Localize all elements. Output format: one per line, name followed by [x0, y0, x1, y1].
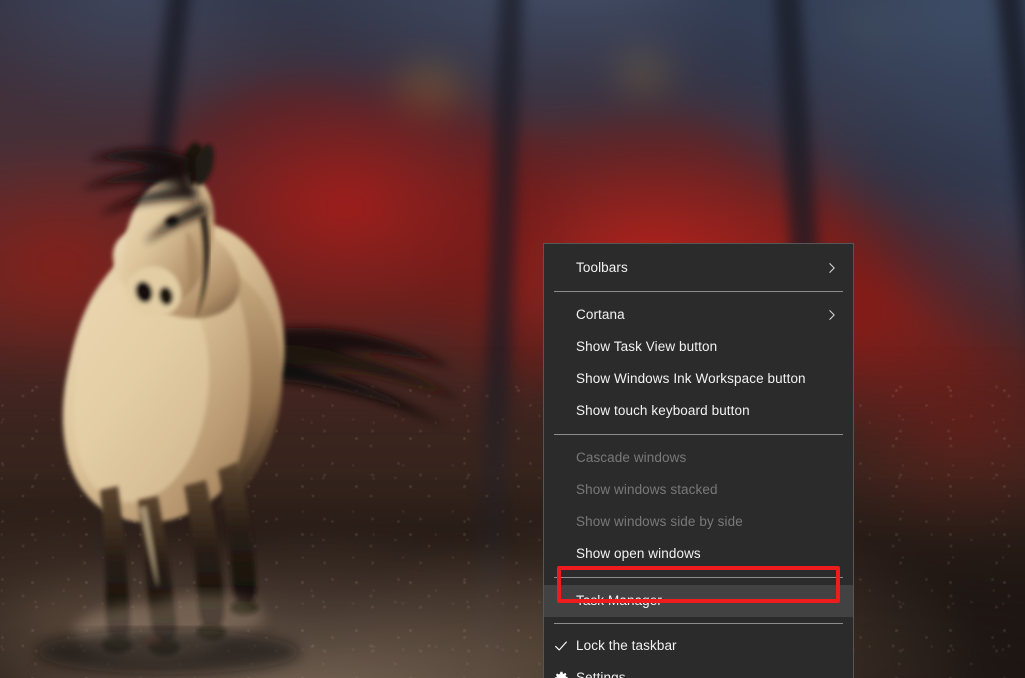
menu-item-show-task-view-button[interactable]: Show Task View button [544, 331, 853, 363]
menu-item-label: Settings [576, 670, 626, 678]
menu-item-label: Show Task View button [576, 339, 718, 355]
menu-item-label: Show Windows Ink Workspace button [576, 371, 806, 387]
menu-item-lock-the-taskbar[interactable]: Lock the taskbar [544, 630, 853, 662]
menu-item-settings[interactable]: Settings [544, 662, 853, 678]
desktop-screen: Toolbars Cortana Show Task View button Show… [0, 0, 1025, 678]
menu-item-label: Show windows side by side [576, 514, 743, 530]
menu-item-label: Lock the taskbar [576, 638, 677, 654]
menu-item-label: Toolbars [576, 260, 628, 276]
chevron-right-icon [825, 308, 839, 322]
menu-item-label: Show open windows [576, 546, 701, 562]
menu-separator [554, 434, 843, 435]
menu-item-show-open-windows[interactable]: Show open windows [544, 538, 853, 570]
gear-icon [552, 669, 570, 678]
menu-item-label: Cascade windows [576, 450, 687, 466]
menu-item-toolbars[interactable]: Toolbars [544, 252, 853, 284]
menu-item-show-touch-keyboard-button[interactable]: Show touch keyboard button [544, 395, 853, 427]
menu-separator [554, 623, 843, 624]
menu-item-label: Show windows stacked [576, 482, 718, 498]
menu-item-show-windows-ink-workspace-button[interactable]: Show Windows Ink Workspace button [544, 363, 853, 395]
menu-item-show-windows-stacked: Show windows stacked [544, 474, 853, 506]
wallpaper-horse [36, 142, 460, 674]
menu-item-label: Task Manager [576, 593, 662, 609]
menu-item-task-manager[interactable]: Task Manager [544, 585, 853, 617]
menu-item-label: Cortana [576, 307, 625, 323]
menu-separator [554, 291, 843, 292]
menu-separator [554, 577, 843, 578]
menu-item-label: Show touch keyboard button [576, 403, 750, 419]
menu-item-show-windows-side-by-side: Show windows side by side [544, 506, 853, 538]
menu-item-cascade-windows: Cascade windows [544, 442, 853, 474]
menu-item-cortana[interactable]: Cortana [544, 299, 853, 331]
check-icon [552, 637, 570, 655]
chevron-right-icon [825, 261, 839, 275]
desktop-wallpaper[interactable] [0, 0, 1025, 678]
taskbar-context-menu[interactable]: Toolbars Cortana Show Task View button Show… [543, 243, 854, 678]
